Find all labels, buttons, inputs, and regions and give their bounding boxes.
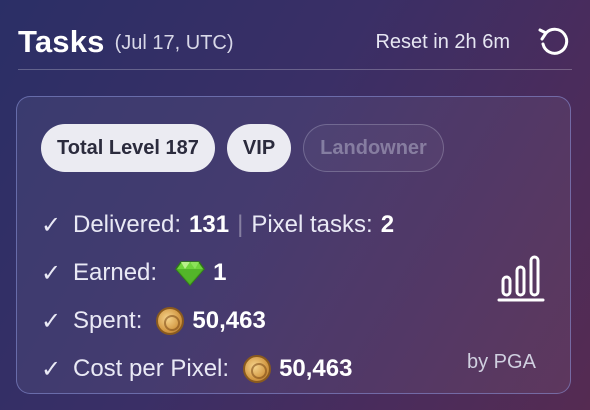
attribution: by PGA (467, 351, 536, 373)
row-earned: ✓ Earned: 1 (41, 249, 394, 297)
check-icon: ✓ (41, 355, 62, 383)
cost-label: Cost per Pixel: (73, 355, 230, 382)
row-delivered: ✓ Delivered: 131 | Pixel tasks: 2 (41, 201, 394, 249)
tasks-card: Total Level 187 VIP Landowner ✓ Delivere… (16, 96, 571, 394)
check-icon: ✓ (41, 211, 62, 239)
delivered-value: 131 (189, 211, 230, 238)
refresh-icon (538, 27, 569, 55)
gem-icon (175, 261, 206, 286)
header: Tasks (Jul 17, UTC) Reset in 2h 6m (18, 14, 572, 70)
check-icon: ✓ (41, 307, 62, 335)
separator: | (237, 211, 244, 238)
date-subtitle: (Jul 17, UTC) (114, 32, 234, 54)
row-spent: ✓ Spent: 50,463 (41, 297, 394, 345)
reset-timer: Reset in 2h 6m (375, 31, 510, 53)
badge-total-level: Total Level 187 (41, 124, 215, 172)
check-icon: ✓ (41, 259, 62, 287)
badge-list: Total Level 187 VIP Landowner (41, 124, 444, 172)
earned-label: Earned: (73, 259, 158, 286)
coin-icon (243, 355, 272, 383)
pixel-tasks-value: 2 (380, 211, 395, 238)
refresh-button[interactable] (536, 24, 572, 60)
task-stats: ✓ Delivered: 131 | Pixel tasks: 2 ✓ Earn… (41, 201, 394, 393)
coin-icon (156, 307, 185, 335)
bar-chart-icon[interactable] (497, 251, 545, 303)
page-title: Tasks (18, 23, 105, 59)
earned-value: 1 (213, 259, 227, 286)
delivered-label: Delivered: (73, 211, 182, 238)
badge-vip: VIP (226, 124, 292, 172)
pixel-tasks-label: Pixel tasks: (251, 211, 373, 238)
row-cost-per-pixel: ✓ Cost per Pixel: 50,463 (41, 345, 394, 393)
badge-landowner: Landowner (303, 124, 444, 172)
spent-value: 50,463 (192, 307, 266, 334)
spent-label: Spent: (73, 307, 143, 334)
cost-value: 50,463 (279, 355, 353, 382)
